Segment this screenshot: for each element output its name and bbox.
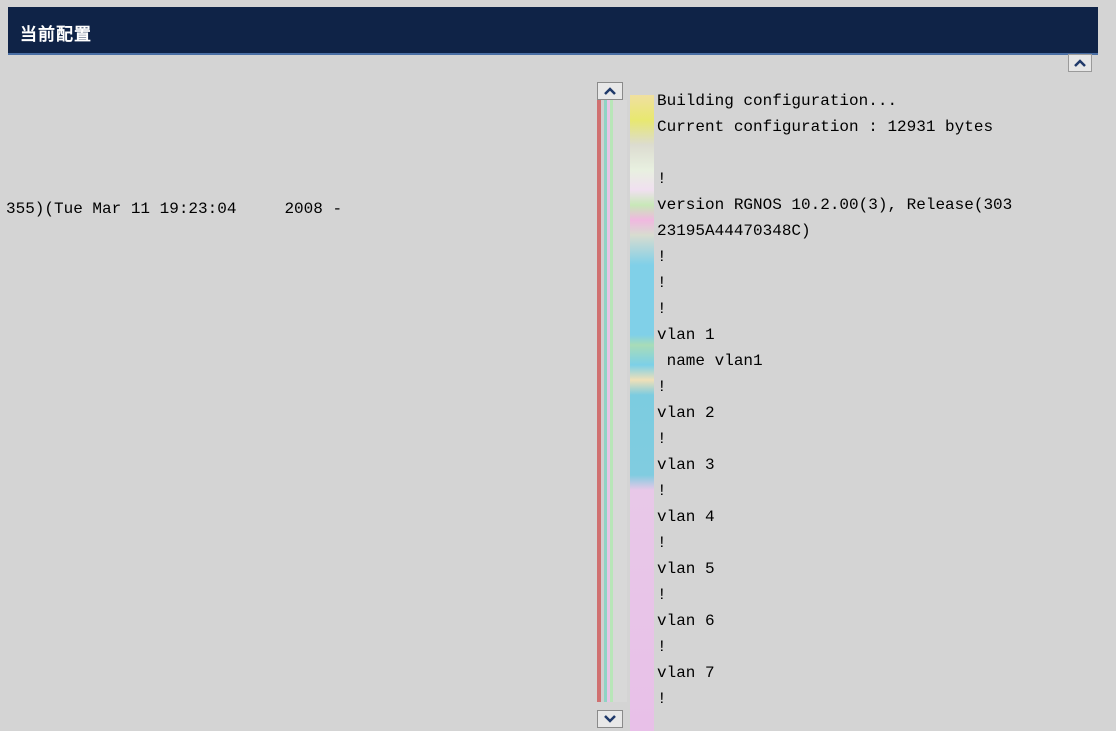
config-line: !	[657, 274, 667, 292]
config-line: vlan 6	[657, 612, 715, 630]
config-line: name vlan1	[657, 352, 763, 370]
config-line: !	[657, 638, 667, 656]
window-edge	[1098, 0, 1116, 60]
config-line: Building configuration...	[657, 92, 898, 110]
config-line: vlan 7	[657, 664, 715, 682]
config-line: vlan 1	[657, 326, 715, 344]
config-text-area: Building configuration... Current configu…	[657, 88, 1116, 712]
chevron-down-icon	[604, 715, 616, 723]
line-marker-gutter	[630, 95, 654, 731]
scroll-down-button[interactable]	[597, 710, 623, 728]
config-line: !	[657, 534, 667, 552]
panel-scroll-up-button[interactable]	[1068, 54, 1092, 72]
config-line: !	[657, 586, 667, 604]
scrollbar-track[interactable]	[597, 100, 627, 702]
config-line: Current configuration : 12931 bytes	[657, 118, 994, 136]
config-line: !	[657, 248, 667, 266]
config-line: !	[657, 170, 667, 188]
config-line: vlan 5	[657, 560, 715, 578]
config-line: version RGNOS 10.2.00(3), Release(303	[657, 196, 1013, 214]
config-line: !	[657, 430, 667, 448]
scroll-up-button[interactable]	[597, 82, 623, 100]
config-line: vlan 4	[657, 508, 715, 526]
config-line: vlan 2	[657, 404, 715, 422]
left-config-text: 355)(Tue Mar 11 19:23:04 2008 -	[6, 200, 343, 218]
config-line: 23195A44470348C)	[657, 222, 811, 240]
chevron-up-icon	[1074, 59, 1086, 67]
config-line: vlan 3	[657, 456, 715, 474]
title-bar: 当前配置	[8, 7, 1098, 55]
vertical-scrollbar[interactable]	[597, 82, 627, 731]
config-line: !	[657, 378, 667, 396]
config-line: !	[657, 690, 667, 708]
window-title: 当前配置	[20, 25, 92, 45]
config-line	[657, 140, 1116, 166]
config-line: !	[657, 482, 667, 500]
chevron-up-icon	[604, 87, 616, 95]
config-line: !	[657, 300, 667, 318]
